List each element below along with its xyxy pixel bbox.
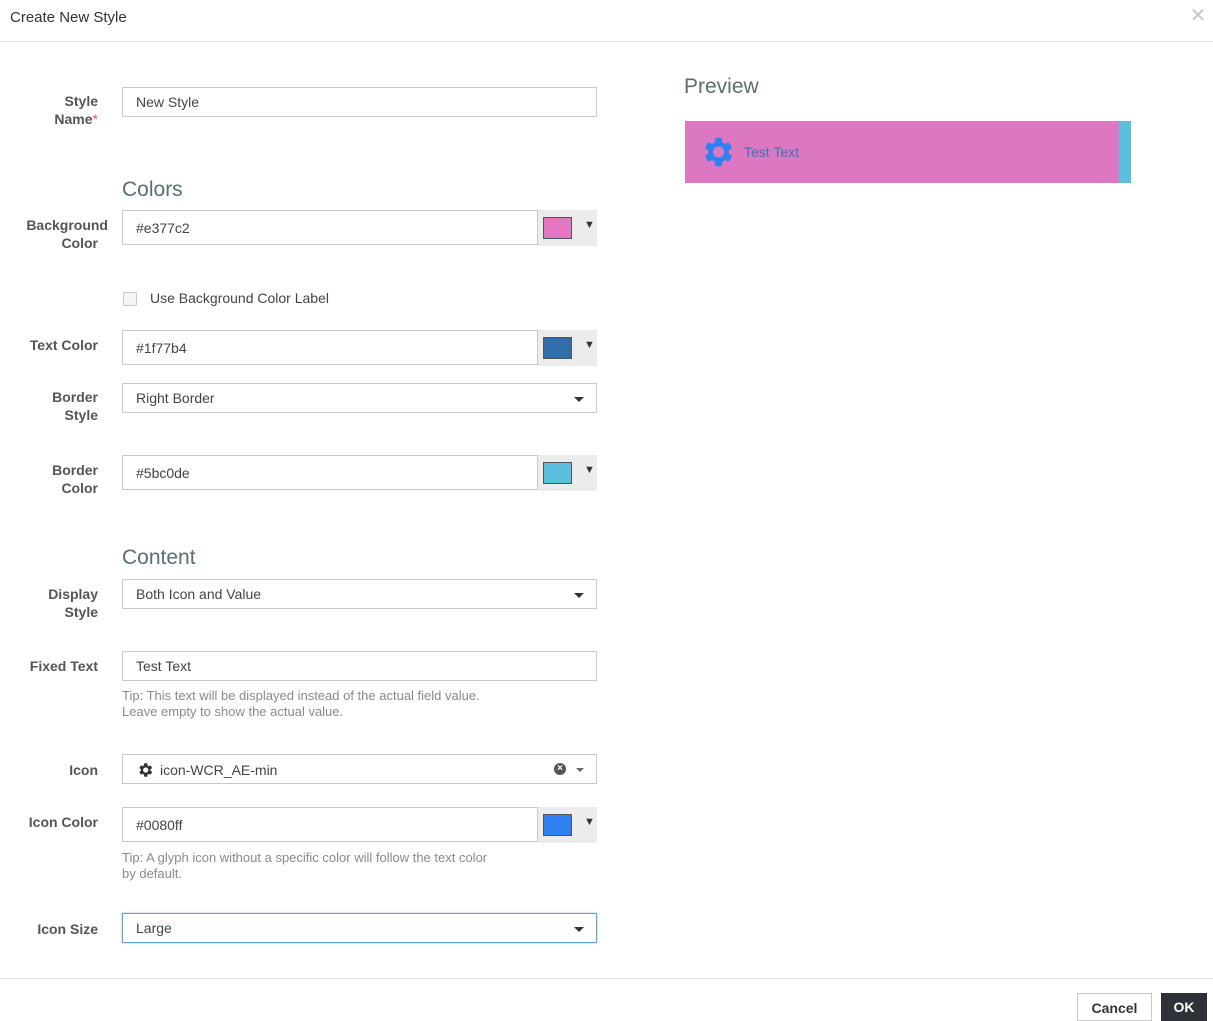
chevron-down-icon [574, 927, 584, 932]
icon-color-picker[interactable]: ▼ [538, 807, 597, 843]
background-color-label: Background Color [0, 216, 108, 252]
display-style-label: Display Style [0, 585, 98, 621]
icon-size-select[interactable]: Large [122, 913, 597, 943]
preview-right-border [1119, 121, 1131, 183]
preview-title: Preview [684, 75, 759, 98]
dialog-header: Create New Style ✕ [0, 0, 1213, 42]
icon-select[interactable]: icon-WCR_AE-min × [122, 754, 597, 784]
display-style-label-line2: Style [64, 604, 98, 620]
chevron-down-icon [574, 397, 584, 402]
border-color-label-line2: Color [61, 480, 98, 496]
border-color-label: Border Color [0, 461, 98, 497]
chevron-down-icon [574, 593, 584, 598]
colors-section-heading: Colors [122, 178, 183, 201]
required-mark: * [92, 111, 98, 127]
cancel-button[interactable]: Cancel [1077, 993, 1152, 1021]
display-style-value: Both Icon and Value [136, 586, 262, 602]
icon-label: Icon [69, 762, 98, 778]
text-color-input[interactable]: #1f77b4 [122, 330, 538, 365]
background-color-label-line1: Background [26, 217, 108, 233]
background-color-swatch [543, 217, 572, 239]
border-style-label-line1: Border [52, 389, 98, 405]
icon-value: icon-WCR_AE-min [160, 762, 278, 778]
preview-text: Test Text [744, 144, 799, 160]
border-color-value: #5bc0de [136, 465, 190, 481]
icon-color-tip-line2: by default. [122, 866, 182, 881]
caret-down-icon: ▼ [584, 339, 595, 351]
icon-color-tip: Tip: A glyph icon without a specific col… [122, 850, 592, 882]
background-color-value: #e377c2 [136, 220, 190, 236]
fixed-text-value: Test Text [136, 658, 191, 674]
chevron-down-icon[interactable] [576, 768, 584, 772]
display-style-select[interactable]: Both Icon and Value [122, 579, 597, 609]
style-name-value: New Style [136, 94, 200, 110]
border-style-select[interactable]: Right Border [122, 383, 597, 413]
caret-down-icon: ▼ [584, 219, 595, 231]
fixed-text-tip: Tip: This text will be displayed instead… [122, 688, 592, 720]
icon-size-label: Icon Size [37, 921, 98, 937]
gear-icon [704, 137, 733, 167]
clear-icon[interactable]: × [554, 763, 566, 775]
background-color-input[interactable]: #e377c2 [122, 210, 538, 245]
icon-color-label: Icon Color [28, 814, 98, 830]
style-name-label: Style Name* [0, 92, 98, 128]
dialog-footer [0, 978, 1213, 1019]
icon-color-swatch [543, 814, 572, 836]
ok-button[interactable]: OK [1161, 993, 1207, 1021]
display-style-label-line1: Display [48, 586, 98, 602]
border-color-swatch [543, 462, 572, 484]
fixed-text-input[interactable]: Test Text [122, 651, 597, 681]
border-style-value: Right Border [136, 390, 215, 406]
text-color-value: #1f77b4 [136, 340, 187, 356]
background-color-picker[interactable]: ▼ [538, 210, 597, 246]
style-name-label-line1: Style [64, 93, 98, 109]
border-color-picker[interactable]: ▼ [538, 455, 597, 491]
border-color-input[interactable]: #5bc0de [122, 455, 538, 490]
fixed-text-tip-line1: Tip: This text will be displayed instead… [122, 688, 480, 703]
style-name-input[interactable]: New Style [122, 87, 597, 117]
icon-color-value: #0080ff [136, 817, 183, 833]
use-background-color-label-checkbox[interactable] [123, 292, 137, 306]
text-color-picker[interactable]: ▼ [538, 330, 597, 366]
icon-color-input[interactable]: #0080ff [122, 807, 538, 842]
close-icon[interactable]: ✕ [1189, 6, 1207, 26]
fixed-text-label: Fixed Text [29, 658, 98, 674]
background-color-label-line2: Color [61, 235, 98, 251]
icon-color-tip-line1: Tip: A glyph icon without a specific col… [122, 850, 488, 865]
style-name-label-line2: Name [54, 111, 93, 127]
border-style-label: Border Style [0, 388, 98, 424]
border-color-label-line1: Border [52, 462, 98, 478]
use-background-color-label-text: Use Background Color Label [150, 290, 329, 306]
icon-size-value: Large [136, 920, 172, 936]
caret-down-icon: ▼ [584, 816, 595, 828]
text-color-label: Text Color [29, 337, 98, 353]
dialog-title: Create New Style [10, 9, 127, 26]
fixed-text-tip-line2: Leave empty to show the actual value. [122, 704, 344, 719]
gear-icon [139, 763, 153, 777]
border-style-label-line2: Style [64, 407, 98, 423]
text-color-swatch [543, 337, 572, 359]
caret-down-icon: ▼ [584, 464, 595, 476]
content-section-heading: Content [122, 546, 196, 569]
